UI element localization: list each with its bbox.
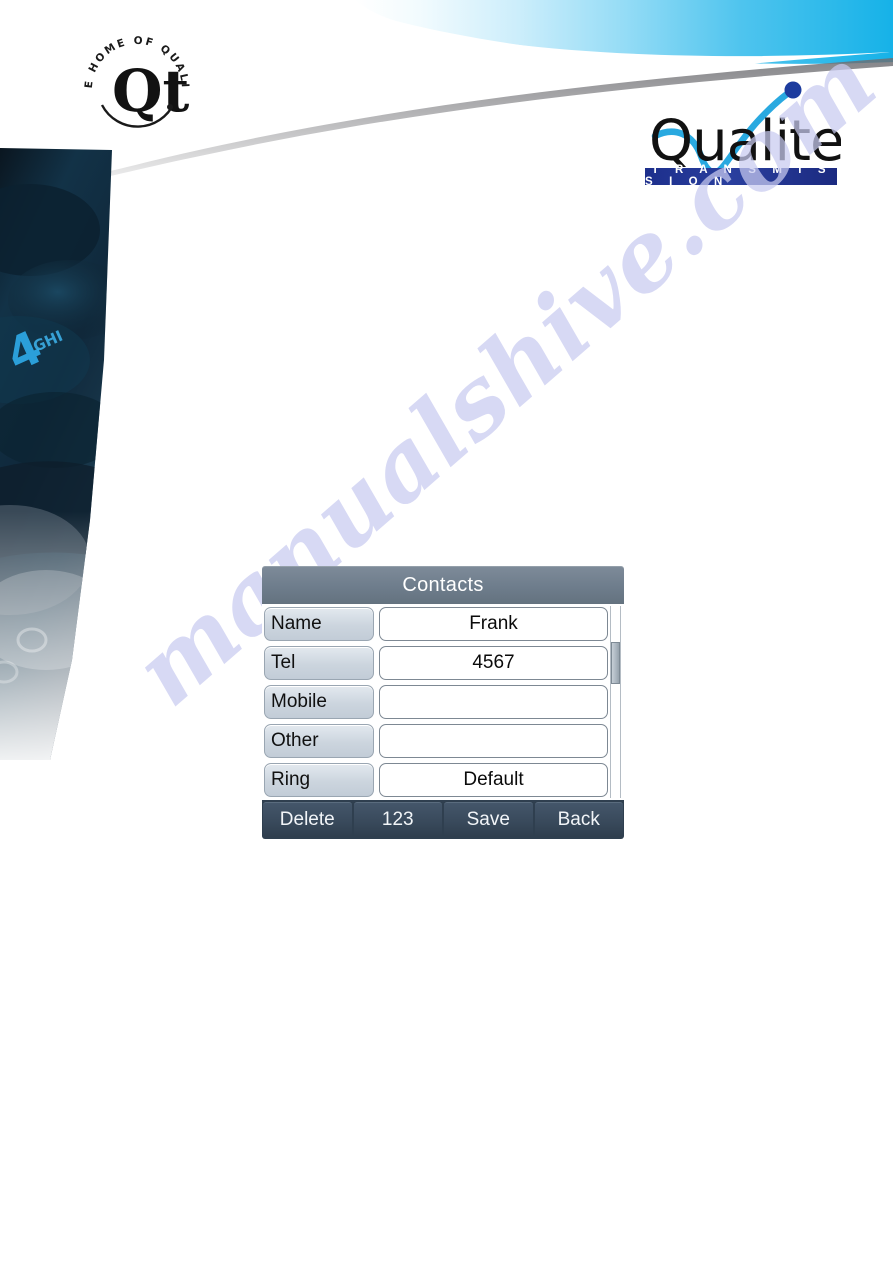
field-label-ring: Ring <box>264 762 374 797</box>
field-value-ring[interactable]: Default <box>379 762 608 797</box>
scrollbar-thumb[interactable] <box>611 642 620 684</box>
contact-field-row-tel[interactable]: Tel 4567 <box>262 643 624 682</box>
contact-field-row-ring[interactable]: Ring Default <box>262 760 624 799</box>
screen-title: Contacts <box>402 573 484 596</box>
qualitel-tagline-text: T R A N S M I S S I O N <box>645 164 833 188</box>
qualitel-tagline-bar: T R A N S M I S S I O N <box>645 164 837 188</box>
softkey-back[interactable]: Back <box>534 802 623 837</box>
field-label-name: Name <box>264 606 374 641</box>
field-value-name[interactable]: Frank <box>379 606 608 641</box>
field-value-mobile[interactable] <box>379 684 608 719</box>
field-value-other[interactable] <box>379 723 608 758</box>
logo-dot-icon <box>784 81 802 99</box>
softkey-delete[interactable]: Delete <box>263 802 352 837</box>
contact-field-row-mobile[interactable]: Mobile <box>262 682 624 721</box>
field-label-mobile: Mobile <box>264 684 374 719</box>
ip-phone-screen: Contacts Name Frank Tel 4567 Mobile Othe… <box>262 566 624 839</box>
qt-seal-graphic: THE HOME OF QUALITY Qt <box>72 18 190 128</box>
contact-fields-list: Name Frank Tel 4567 Mobile Other Ring De… <box>262 604 624 800</box>
field-label-other: Other <box>264 723 374 758</box>
qt-seal-logo: THE HOME OF QUALITY Qt <box>72 18 196 145</box>
softkey-save[interactable]: Save <box>444 802 533 837</box>
field-label-tel: Tel <box>264 645 374 680</box>
seal-monogram: Qt <box>112 57 190 125</box>
contact-field-row-other[interactable]: Other <box>262 721 624 760</box>
screen-title-bar: Contacts <box>262 566 624 604</box>
softkey-123[interactable]: 123 <box>353 802 442 837</box>
field-value-tel[interactable]: 4567 <box>379 645 608 680</box>
contact-field-row-name[interactable]: Name Frank <box>262 604 624 643</box>
softkey-bar: Delete 123 Save Back <box>262 800 624 839</box>
screen-scrollbar[interactable] <box>610 606 621 798</box>
